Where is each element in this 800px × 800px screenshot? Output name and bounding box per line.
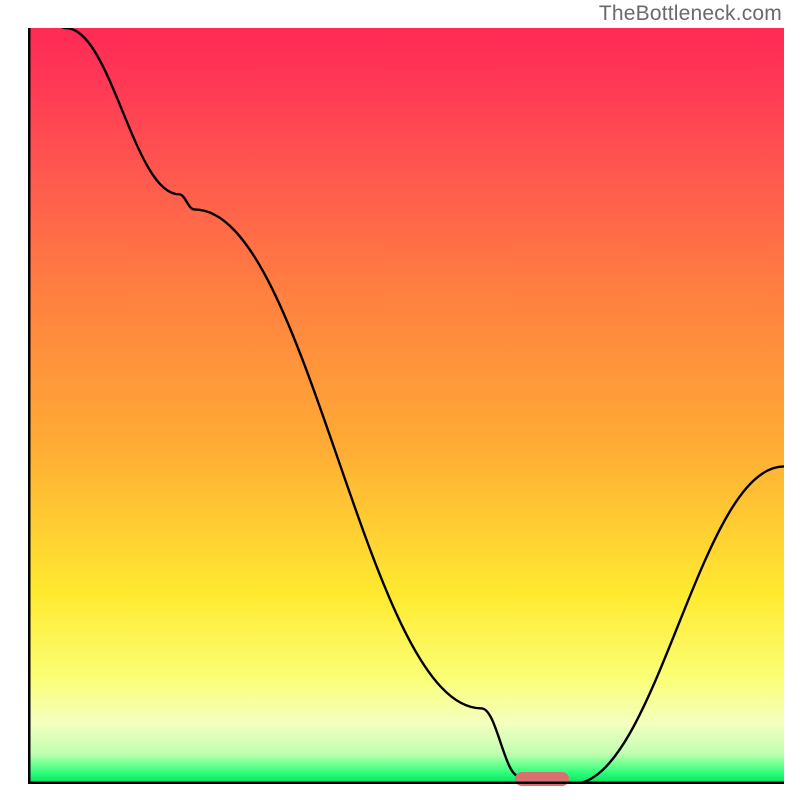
plot-area xyxy=(28,28,784,784)
optimal-point-marker xyxy=(515,772,569,786)
gradient-background xyxy=(28,28,784,784)
watermark-text: TheBottleneck.com xyxy=(599,2,782,26)
